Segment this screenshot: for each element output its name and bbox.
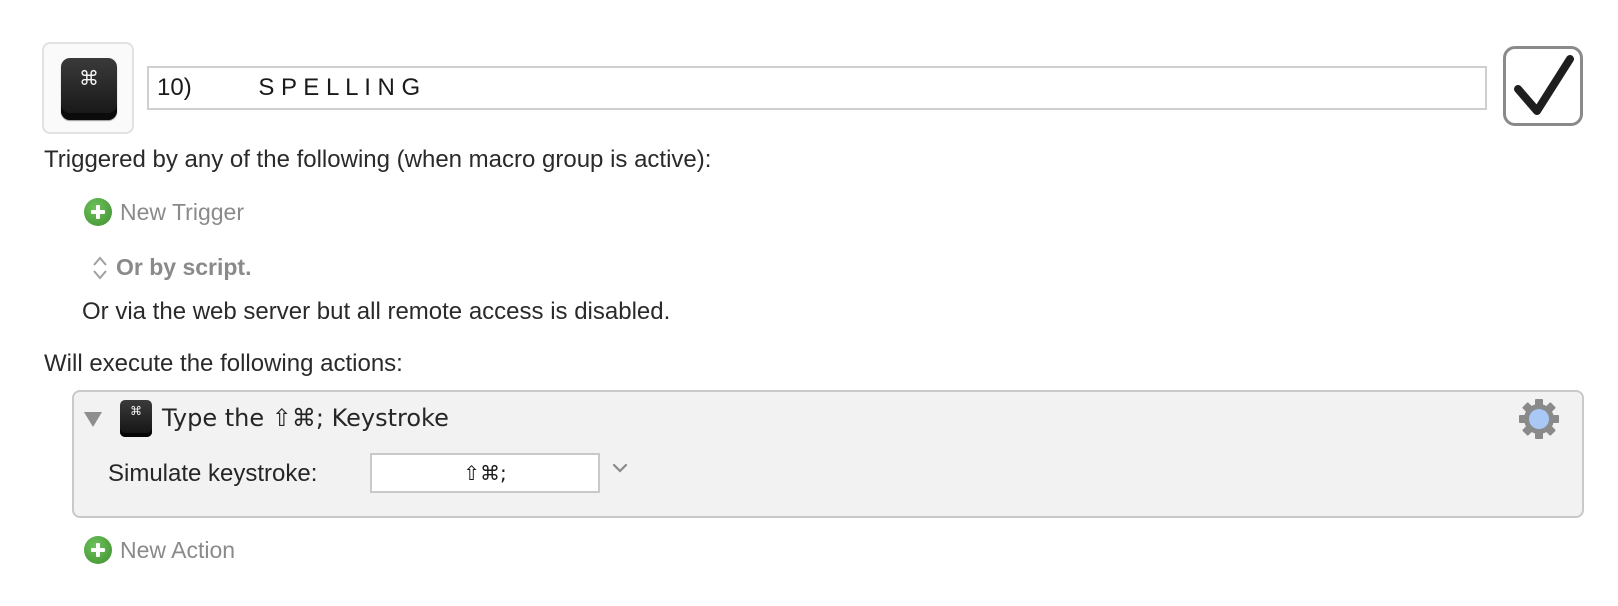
chevron-down-icon[interactable] xyxy=(612,462,628,474)
gear-icon[interactable] xyxy=(1518,398,1560,440)
simulate-keystroke-label: Simulate keystroke: xyxy=(108,460,318,487)
web-server-note: Or via the web server but all remote acc… xyxy=(82,298,671,325)
plus-circle-icon xyxy=(84,536,112,564)
new-action-button[interactable]: New Action xyxy=(84,536,235,564)
keycap-icon: ⌘ xyxy=(61,58,117,120)
disclosure-triangle-icon[interactable] xyxy=(84,412,102,427)
keycap-icon: ⌘ xyxy=(120,400,152,437)
action-type-keystroke[interactable]: ⌘ Type the ⇧⌘; Keystroke Simulate keystr… xyxy=(72,390,1584,518)
macro-enabled-checkbox[interactable] xyxy=(1503,46,1583,126)
actions-heading: Will execute the following actions: xyxy=(44,350,403,377)
up-down-arrows-icon xyxy=(93,255,107,280)
script-trigger-label: Or by script. xyxy=(116,254,252,280)
script-trigger-toggle[interactable]: Or by script. xyxy=(92,254,251,281)
macro-editor: ⌘ 10) S P E L L I N G Triggered by any o… xyxy=(0,0,1618,606)
command-glyph: ⌘ xyxy=(130,404,142,418)
new-trigger-button[interactable]: New Trigger xyxy=(84,198,244,226)
plus-circle-icon xyxy=(84,198,112,226)
keystroke-field[interactable]: ⇧⌘; xyxy=(370,453,600,493)
checkmark-icon xyxy=(1514,55,1574,115)
action-title[interactable]: Type the ⇧⌘; Keystroke xyxy=(162,404,449,432)
new-trigger-label: New Trigger xyxy=(120,198,244,225)
macro-name-field[interactable]: 10) S P E L L I N G xyxy=(147,66,1487,110)
macro-icon-well[interactable]: ⌘ xyxy=(42,42,134,134)
command-glyph: ⌘ xyxy=(79,66,99,90)
new-action-label: New Action xyxy=(120,536,236,563)
triggers-heading: Triggered by any of the following (when … xyxy=(44,146,712,173)
